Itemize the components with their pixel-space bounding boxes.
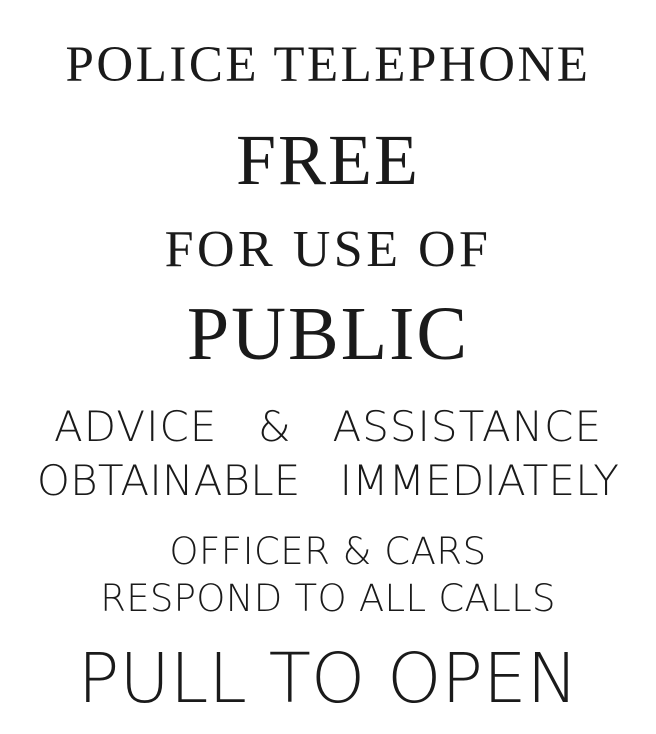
sign-heading: POLICE TELEPHONE bbox=[65, 37, 591, 93]
sign-officer-cars: OFFICER & CARS bbox=[169, 530, 487, 573]
sign-free: FREE bbox=[235, 120, 421, 200]
sign-public: PUBLIC bbox=[186, 292, 470, 376]
sign-respond: RESPOND TO ALL CALLS bbox=[100, 577, 556, 620]
sign-advice-assistance: ADVICE & ASSISTANCE bbox=[54, 402, 602, 451]
sign-for-use-of: FOR USE OF bbox=[164, 221, 492, 278]
sign-pull-to-open: PULL TO OPEN bbox=[77, 639, 579, 719]
sign-obtainable: OBTAINABLE IMMEDIATELY bbox=[36, 456, 620, 505]
